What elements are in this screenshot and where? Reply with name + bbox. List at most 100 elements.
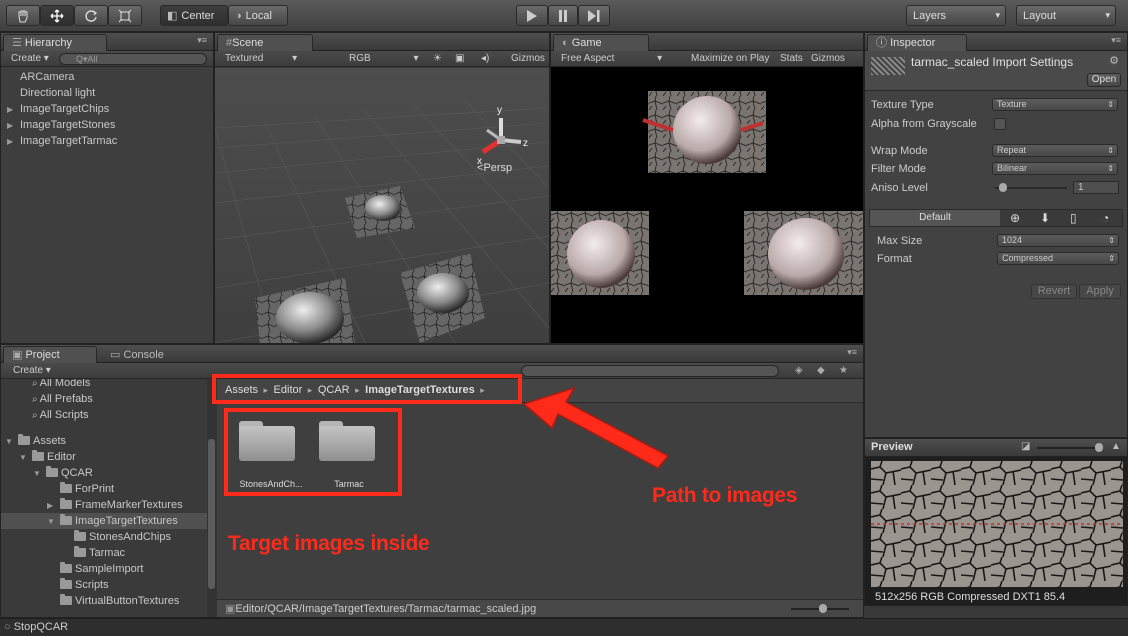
alpha-from-grayscale-checkbox[interactable] [994,118,1006,130]
wrap-mode-dropdown[interactable]: Repeat [992,144,1118,157]
revert-button[interactable]: Revert [1031,284,1077,299]
project-tree-folder[interactable]: Tarmac [1,545,207,561]
tab-inspector[interactable]: ⓘ Inspector [867,34,967,51]
apply-button[interactable]: Apply [1079,284,1121,299]
layers-dropdown[interactable]: Layers [906,5,1006,26]
expand-arrow-icon[interactable]: ▼ [19,450,29,466]
stats-toggle[interactable]: Stats [780,52,803,66]
step-button[interactable] [578,5,610,26]
max-size-dropdown[interactable]: 1024 [997,234,1119,247]
preview-info: 512x256 RGB Compressed DXT1 85.4 [875,591,1066,603]
hierarchy-item[interactable]: ▶ ImageTargetStones [7,117,115,133]
open-button[interactable]: Open [1087,73,1121,87]
hierarchy-item[interactable]: ▶ ImageTargetChips [7,101,109,117]
scene-gizmos-button[interactable]: Gizmos [511,52,545,66]
aniso-level-input[interactable]: 1 [1073,181,1119,194]
web-platform-icon[interactable]: ⊕ [1010,211,1020,225]
persp-label[interactable]: <Persp [477,162,512,174]
project-tree-folder[interactable]: Scripts [1,577,207,593]
expand-arrow-icon[interactable]: ▶ [47,498,57,514]
texture-type-dropdown[interactable]: Texture [992,98,1118,111]
format-dropdown[interactable]: Compressed [997,252,1119,265]
tab-console[interactable]: ▭ Console [101,346,191,363]
icon-size-thumb[interactable] [819,604,827,613]
panel-menu-icon[interactable]: ▾≡ [197,35,207,46]
project-tree-folder[interactable]: ▼ Editor [1,449,207,465]
saved-search-item[interactable]: ⌕ All Prefabs [1,391,207,407]
scale-tool-button[interactable] [108,5,142,26]
project-tree-folder[interactable]: ▼ ImageTargetTextures [1,513,207,529]
project-tree-folder[interactable]: ▼ Assets [1,433,207,449]
tree-scrollbar[interactable] [207,379,217,617]
tab-project[interactable]: ▣ Project [3,346,97,363]
aspect-label: Free Aspect [561,53,615,64]
android-platform-icon[interactable]: ◔ [1102,211,1109,225]
preview-panel: Preview ◪ ▲ 512x256 RGB Compressed DXT1 … [864,438,1128,606]
tab-game[interactable]: ◐ Game [553,34,649,51]
project-tree-folder[interactable]: SampleImport [1,561,207,577]
pivot-center-toggle[interactable]: ◧ Center [160,5,228,26]
aniso-slider-thumb[interactable] [999,183,1007,192]
preview-mip-thumb[interactable] [1095,443,1103,452]
render-mode-dropdown[interactable]: RGB ▾ [349,52,418,66]
play-button[interactable] [516,5,548,26]
project-tree-folder[interactable]: ▼ QCAR [1,465,207,481]
scene-viewport[interactable]: y z x <Persp [215,68,549,343]
project-tree-folder[interactable]: StonesAndChips [1,529,207,545]
tab-scene[interactable]: #Scene [217,34,313,51]
project-tree-folder[interactable]: ▶ FrameMarkerTextures [1,497,207,513]
sun-icon[interactable]: ☀ [433,52,442,66]
audio-icon[interactable]: ◂) [481,52,489,66]
layout-dropdown[interactable]: Layout [1016,5,1116,26]
tree-item-label: FrameMarkerTextures [75,499,183,511]
project-tree-folder[interactable]: VirtualButtonTextures [1,593,207,609]
hand-tool-button[interactable] [6,5,40,26]
hierarchy-search-input[interactable]: Q▾All [59,53,207,65]
expand-arrow-icon[interactable]: ▼ [47,514,57,530]
expand-arrow-icon[interactable]: ▼ [33,466,43,482]
filter-by-type-icon[interactable]: ◈ [795,364,803,378]
preview-channel-icon[interactable]: ◪ [1021,441,1030,452]
settings-gear-icon[interactable]: ⚙ [1109,54,1119,67]
game-viewport[interactable] [551,68,863,343]
breadcrumb-highlight-box [212,374,522,404]
favorite-icon[interactable]: ★ [839,364,848,378]
expand-arrow-icon[interactable]: ▶ [7,102,17,118]
image-icon[interactable]: ▣ [455,52,464,66]
game-gizmos-button[interactable]: Gizmos [811,52,845,66]
tree-scrollbar-thumb[interactable] [208,439,215,589]
space-local-toggle[interactable]: ◑ Local [228,5,288,26]
panel-menu-icon[interactable]: ▾≡ [1111,35,1121,46]
project-create-button[interactable]: Create ▾ [13,364,51,378]
hierarchy-item[interactable]: ARCamera [7,69,74,85]
preview-mip-slider[interactable] [1037,447,1103,449]
tree-item-label: All Scripts [39,409,89,421]
hierarchy-create-button[interactable]: Create ▾ [11,52,49,66]
hierarchy-item[interactable]: Directional light [7,85,95,101]
panel-menu-icon[interactable]: ▾≡ [847,347,857,358]
texture-preview-image [871,461,1123,587]
filter-mode-dropdown[interactable]: Bilinear [992,162,1118,175]
saved-search-item[interactable]: ⌕ All Scripts [1,407,207,423]
filter-by-label-icon[interactable]: ◆ [817,364,825,378]
aspect-dropdown[interactable]: Free Aspect ▾ [561,52,662,66]
expand-arrow-icon[interactable]: ▶ [7,118,17,134]
maximize-on-play-toggle[interactable]: Maximize on Play [691,52,769,66]
expand-arrow-icon[interactable]: ▶ [7,134,17,150]
standalone-platform-icon[interactable]: ⬇ [1040,211,1050,225]
project-tree-folder[interactable]: ForPrint [1,481,207,497]
iphone-platform-icon[interactable]: ▯ [1070,211,1077,225]
shading-dropdown[interactable]: Textured ▾ [225,52,297,66]
expand-arrow-icon[interactable]: ▼ [5,434,15,450]
folder-icon [60,482,72,493]
move-tool-button[interactable] [40,5,74,26]
tab-hierarchy[interactable]: ☰ Hierarchy [3,34,107,51]
platform-tab-default[interactable]: Default [870,210,1000,226]
saved-search-item[interactable]: ⌕ All Models [1,379,207,391]
rotate-tool-button[interactable] [74,5,108,26]
pause-button[interactable] [548,5,578,26]
layers-label: Layers [913,9,947,22]
project-search-input[interactable] [521,365,779,377]
hierarchy-tabbar: ☰ Hierarchy ▾≡ [1,33,213,51]
hierarchy-item[interactable]: ▶ ImageTargetTarmac [7,133,117,149]
